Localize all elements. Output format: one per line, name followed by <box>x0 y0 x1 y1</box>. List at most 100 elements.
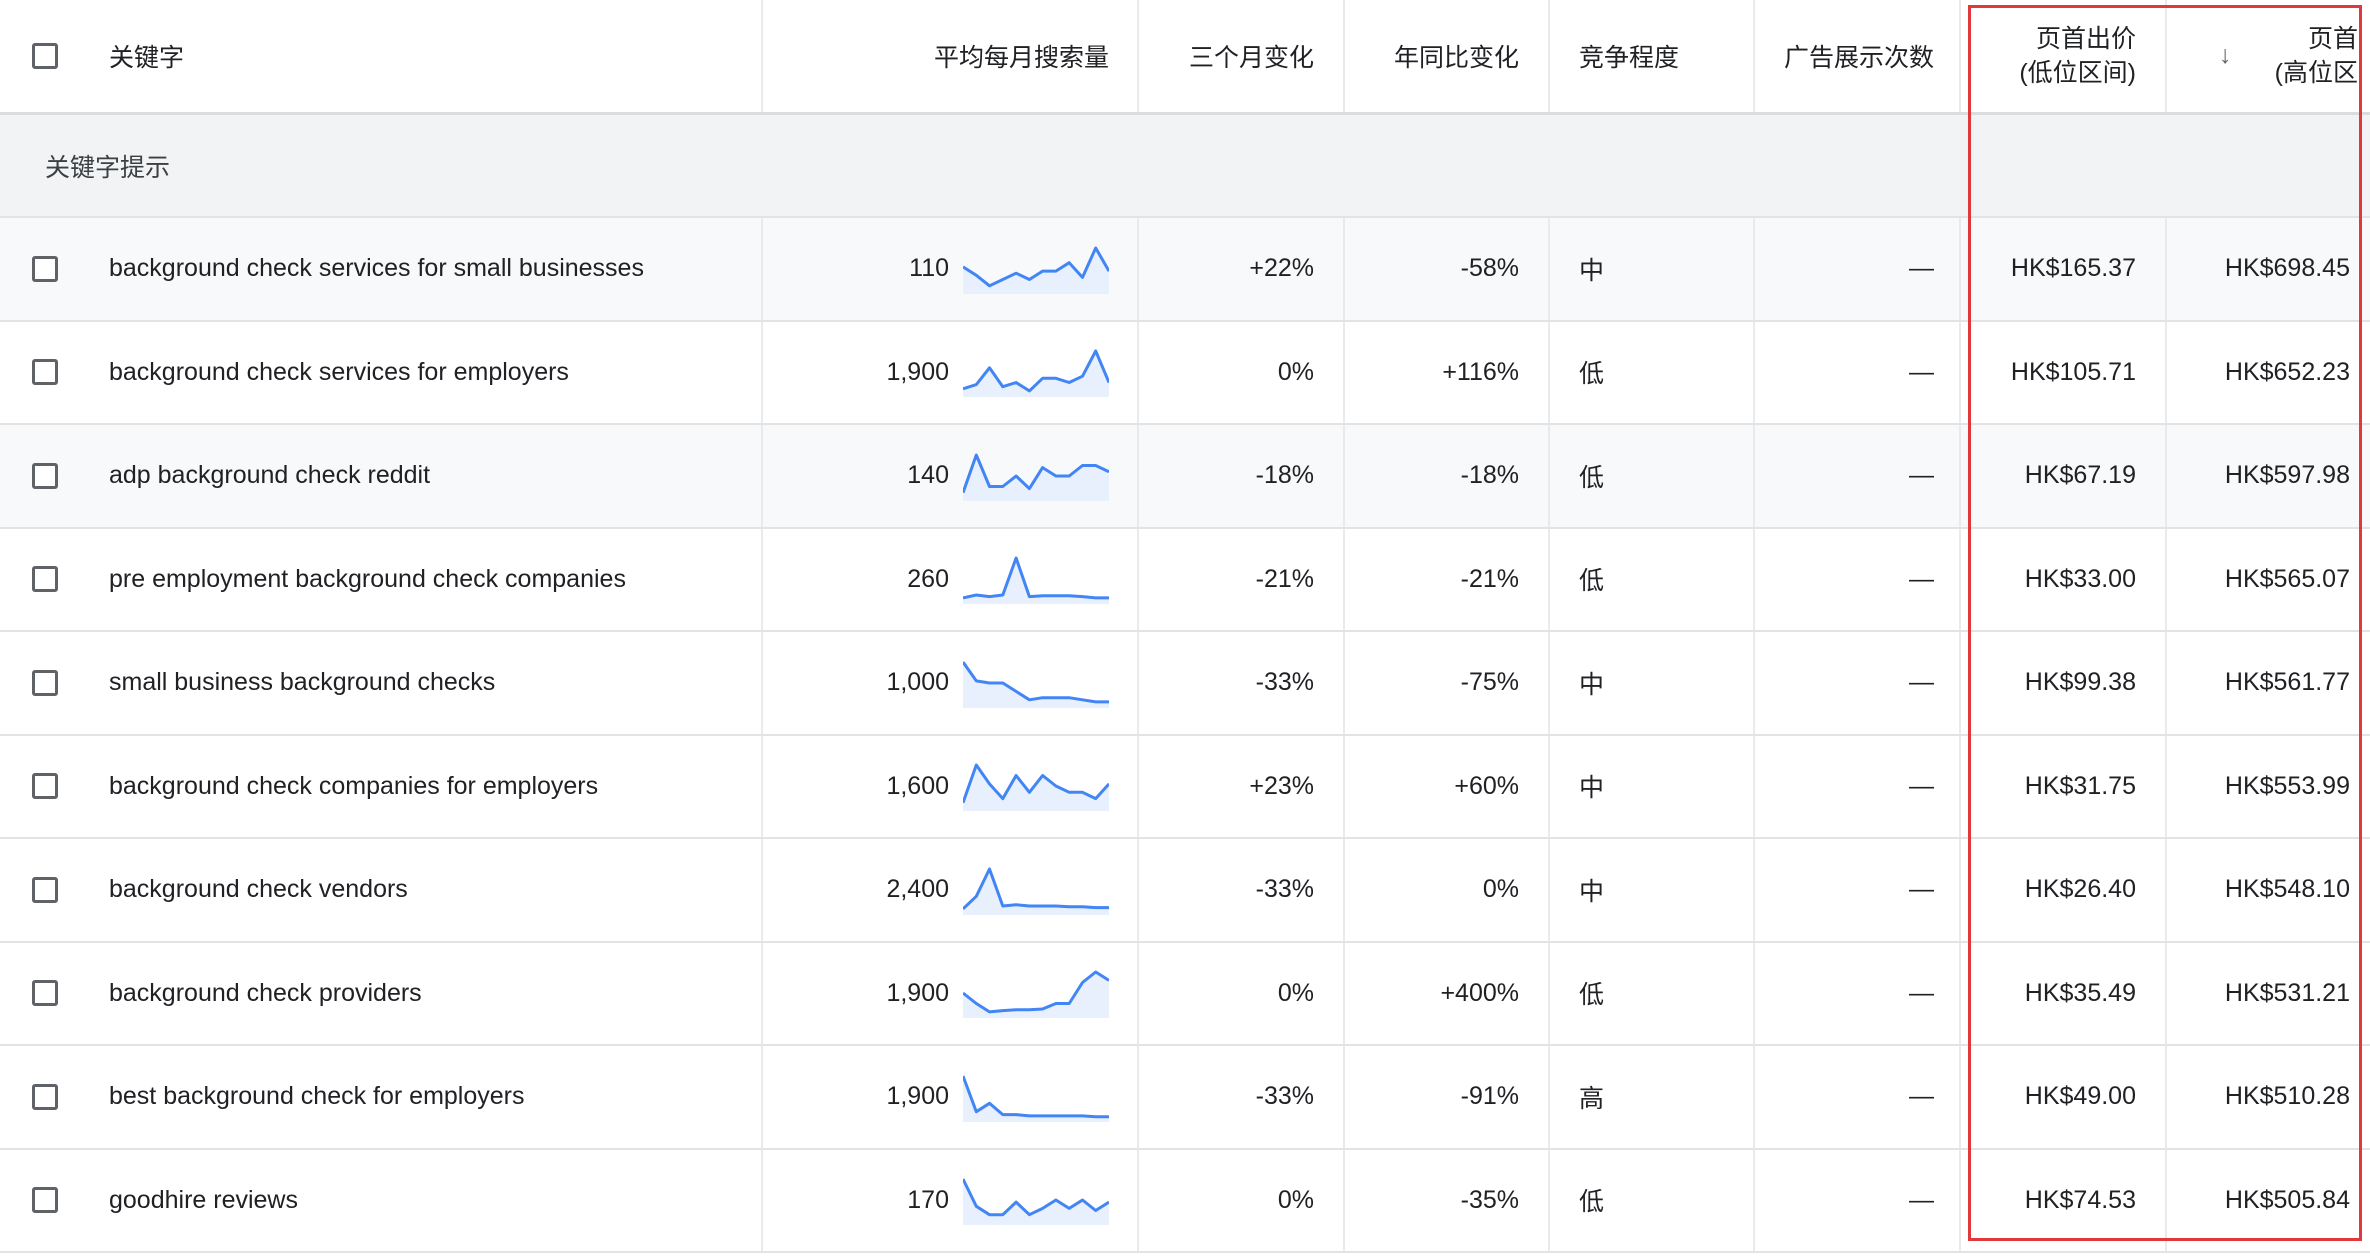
row-checkbox[interactable] <box>32 980 58 1007</box>
top-bid-high-value: HK$565.07 <box>2224 564 2350 593</box>
top-bid-low-value: HK$26.40 <box>2024 875 2136 904</box>
row-checkbox[interactable] <box>32 876 58 903</box>
trend-area <box>963 247 1109 294</box>
ad-impression-value: — <box>1909 978 1934 1007</box>
header-keyword-label: 关键字 <box>109 44 185 72</box>
top-bid-high-value: HK$561.77 <box>2224 668 2350 697</box>
row-checkbox[interactable] <box>32 1083 58 1110</box>
header-avg-monthly-searches[interactable]: 平均每月搜索量 <box>763 0 1139 112</box>
keyword-text: small business background checks <box>109 668 496 697</box>
avg-monthly-searches-cell: 140 <box>763 425 1139 527</box>
header-competition[interactable]: 竞争程度 <box>1550 0 1755 112</box>
keyword-text: adp background check reddit <box>109 461 431 490</box>
yoy-change-value: -35% <box>1460 1185 1519 1214</box>
yoy-change-value: -21% <box>1460 564 1519 593</box>
header-competition-label: 竞争程度 <box>1579 44 1680 72</box>
row-checkbox[interactable] <box>32 359 58 386</box>
row-checkbox[interactable] <box>32 669 58 696</box>
header-yoy-change[interactable]: 年同比变化 <box>1345 0 1550 112</box>
search-volume-value: 140 <box>907 461 949 490</box>
top-bid-high-cell: HK$698.45 <box>2167 218 2370 320</box>
ad-impression-value: — <box>1909 1082 1934 1111</box>
row-select-cell <box>0 322 90 424</box>
header-top-bid-high[interactable]: ↓ 页首 (高位区 <box>2167 0 2370 112</box>
competition-value: 低 <box>1579 360 1605 389</box>
avg-monthly-searches-cell: 1,900 <box>763 321 1139 423</box>
competition-cell: 低 <box>1550 425 1755 527</box>
ad-impression-share-cell: — <box>1755 218 1961 320</box>
search-volume-value: 1,600 <box>886 771 949 800</box>
table-row: background check companies for employers… <box>0 735 2370 839</box>
row-checkbox[interactable] <box>32 255 58 282</box>
row-select-cell <box>0 425 90 527</box>
three-month-change-cell: 0% <box>1139 321 1345 423</box>
row-select-cell <box>0 218 90 320</box>
top-bid-high-cell: HK$510.28 <box>2167 1046 2370 1148</box>
top-bid-high-value: HK$548.10 <box>2224 875 2350 904</box>
select-all-checkbox[interactable] <box>32 43 58 69</box>
competition-cell: 低 <box>1550 321 1755 423</box>
top-bid-high-value: HK$698.45 <box>2224 254 2350 283</box>
yoy-change-cell: 0% <box>1345 839 1550 941</box>
three-month-change-cell: -21% <box>1139 528 1345 630</box>
keyword-cell: goodhire reviews <box>90 1149 763 1251</box>
trend-sparkline <box>963 660 1109 708</box>
three-month-change-cell: -18% <box>1139 425 1345 527</box>
keyword-ideas-group-row: 关键字提示 <box>0 115 2370 218</box>
top-bid-high-value: HK$597.98 <box>2224 461 2350 490</box>
row-checkbox[interactable] <box>32 1187 58 1214</box>
header-yoy-label: 年同比变化 <box>1393 44 1519 72</box>
search-volume-value: 1,900 <box>886 978 949 1007</box>
three-month-change-cell: -33% <box>1139 632 1345 734</box>
three-month-change-cell: +22% <box>1139 218 1345 320</box>
header-keyword[interactable]: 关键字 <box>90 0 763 112</box>
three-month-change-cell: -33% <box>1139 1046 1345 1148</box>
table-row: small business background checks 1,000 -33… <box>0 632 2370 736</box>
header-three-month-change[interactable]: 三个月变化 <box>1139 0 1345 112</box>
keyword-cell: background check services for employers <box>90 321 763 423</box>
yoy-change-cell: -21% <box>1345 528 1550 630</box>
row-checkbox[interactable] <box>32 773 58 800</box>
yoy-change-value: -18% <box>1460 461 1519 490</box>
ad-impression-value: — <box>1909 461 1934 490</box>
keyword-text: pre employment background check companie… <box>109 564 626 593</box>
competition-value: 低 <box>1579 1188 1605 1217</box>
keyword-text: best background check for employers <box>109 1082 525 1111</box>
yoy-change-cell: -18% <box>1345 425 1550 527</box>
ad-impression-share-cell: — <box>1755 632 1961 734</box>
ad-impression-share-cell: — <box>1755 321 1961 423</box>
search-volume-value: 1,000 <box>886 668 949 697</box>
select-all-cell <box>0 0 90 112</box>
top-bid-low-cell: HK$99.38 <box>1961 632 2167 734</box>
trend-sparkline <box>963 867 1109 915</box>
ad-impression-share-cell: — <box>1755 839 1961 941</box>
keyword-cell: background check providers <box>90 942 763 1044</box>
header-ad-impression-share[interactable]: 广告展示次数 <box>1755 0 1961 112</box>
top-bid-high-value: HK$652.23 <box>2224 357 2350 386</box>
yoy-change-value: 0% <box>1482 875 1519 904</box>
top-bid-low-cell: HK$35.49 <box>1961 942 2167 1044</box>
row-checkbox[interactable] <box>32 462 58 489</box>
header-top-bid-low[interactable]: 页首出价 (低位区间) <box>1961 0 2167 112</box>
header-top-bid-low-line1: 页首出价 <box>2035 25 2136 53</box>
three-month-change-value: -33% <box>1255 1082 1314 1111</box>
yoy-change-value: +60% <box>1454 771 1519 800</box>
ad-impression-share-cell: — <box>1755 528 1961 630</box>
competition-cell: 高 <box>1550 1046 1755 1148</box>
header-top-bid-low-line2: (低位区间) <box>2019 59 2136 87</box>
ad-impression-value: — <box>1909 564 1934 593</box>
keyword-text: background check vendors <box>109 875 408 904</box>
table-row: pre employment background check companie… <box>0 528 2370 632</box>
top-bid-low-cell: HK$67.19 <box>1961 425 2167 527</box>
top-bid-low-cell: HK$49.00 <box>1961 1046 2167 1148</box>
three-month-change-cell: 0% <box>1139 942 1345 1044</box>
table-row: goodhire reviews 170 0% -35% 低 — HK$74.53 HK$50… <box>0 1149 2370 1253</box>
search-volume-value: 110 <box>909 254 949 283</box>
three-month-change-value: -18% <box>1255 461 1314 490</box>
row-checkbox[interactable] <box>32 566 58 593</box>
row-select-cell <box>0 632 90 734</box>
top-bid-low-value: HK$74.53 <box>2024 1185 2136 1214</box>
ad-impression-value: — <box>1909 357 1934 386</box>
search-volume-value: 170 <box>907 1185 949 1214</box>
arrow-down-icon[interactable]: ↓ <box>2219 38 2232 72</box>
